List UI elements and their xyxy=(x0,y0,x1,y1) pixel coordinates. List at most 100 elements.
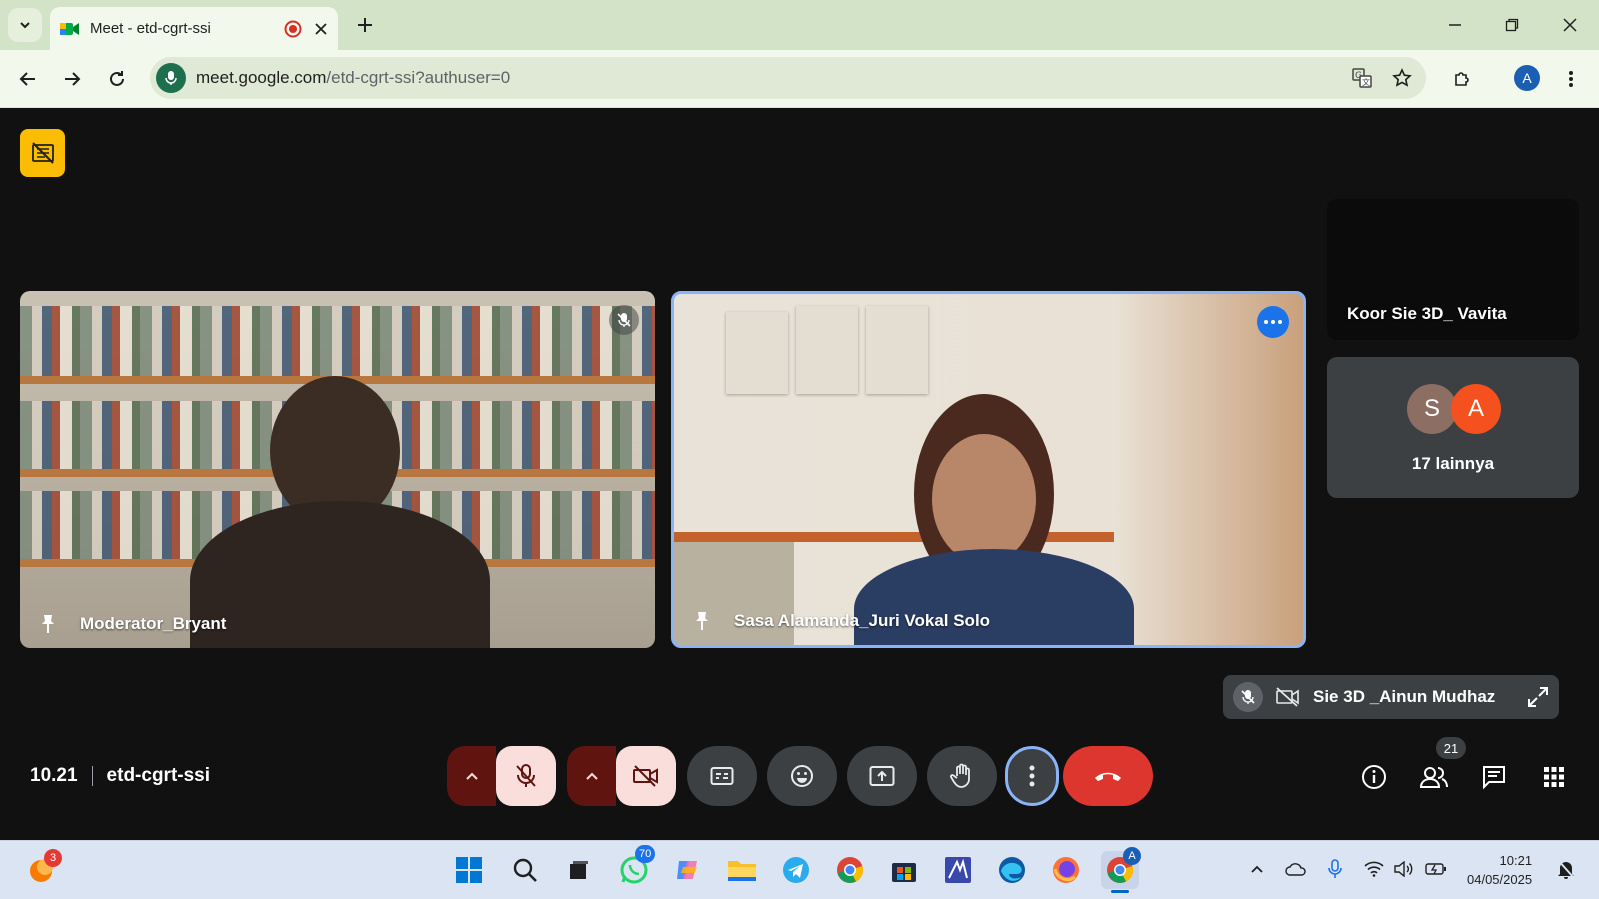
microphone-tray[interactable] xyxy=(1323,857,1347,881)
participant-body xyxy=(190,501,490,648)
chrome-app-active[interactable]: A xyxy=(1101,847,1141,893)
site-mic-indicator[interactable] xyxy=(156,63,186,93)
reload-icon xyxy=(108,70,126,88)
forward-button[interactable] xyxy=(57,64,87,94)
minimize-icon xyxy=(1448,18,1462,32)
participant-tile-koor[interactable]: Koor Sie 3D_ Vavita xyxy=(1327,199,1579,340)
new-tab-button[interactable] xyxy=(352,12,378,38)
restore-icon xyxy=(1505,18,1519,32)
audio-options-button[interactable] xyxy=(447,746,496,806)
people-icon xyxy=(1419,765,1449,789)
puzzle-icon xyxy=(1452,69,1472,89)
telegram-app[interactable] xyxy=(777,851,815,889)
extensions-button[interactable] xyxy=(1447,64,1477,94)
chevron-up-icon xyxy=(1250,864,1264,874)
taskbar-weather[interactable]: 3 xyxy=(22,849,62,889)
avatar: A xyxy=(1451,384,1501,434)
address-bar[interactable]: meet.google.com/etd-cgrt-ssi?authuser=0 … xyxy=(150,57,1426,99)
recording-badge[interactable] xyxy=(20,129,65,177)
battery-tray[interactable] xyxy=(1424,857,1448,881)
leave-call-button[interactable] xyxy=(1063,746,1153,806)
microphone-icon xyxy=(165,70,177,86)
editor-icon xyxy=(944,856,972,884)
notifications-button[interactable] xyxy=(1554,857,1578,881)
browser-toolbar: meet.google.com/etd-cgrt-ssi?authuser=0 … xyxy=(0,50,1599,108)
restore-button[interactable] xyxy=(1497,10,1527,40)
activities-button[interactable] xyxy=(1537,760,1571,794)
captions-button[interactable] xyxy=(687,746,757,806)
people-count-badge: 21 xyxy=(1436,737,1466,759)
mic-off-icon xyxy=(1233,682,1263,712)
wifi-tray[interactable] xyxy=(1362,857,1386,881)
expand-icon[interactable] xyxy=(1527,686,1549,708)
copilot-app[interactable] xyxy=(669,851,707,889)
raise-hand-button[interactable] xyxy=(927,746,997,806)
arrow-left-icon xyxy=(19,70,37,88)
copilot-icon xyxy=(673,855,703,885)
minimize-button[interactable] xyxy=(1440,10,1470,40)
translate-button[interactable]: G文 xyxy=(1346,62,1378,94)
editor-app[interactable] xyxy=(939,851,977,889)
separator xyxy=(91,766,93,786)
show-hidden-icons-button[interactable] xyxy=(1245,857,1269,881)
edge-app[interactable] xyxy=(993,851,1031,889)
close-window-button[interactable] xyxy=(1555,10,1585,40)
present-button[interactable] xyxy=(847,746,917,806)
reactions-button[interactable] xyxy=(767,746,837,806)
chrome-icon xyxy=(835,855,865,885)
microphone-icon xyxy=(1328,859,1342,879)
tab-search-button[interactable] xyxy=(8,8,42,42)
onedrive-tray[interactable] xyxy=(1284,857,1308,881)
store-app[interactable] xyxy=(885,851,923,889)
search-button[interactable] xyxy=(506,851,544,889)
firefox-app[interactable] xyxy=(1047,851,1085,889)
system-clock[interactable]: 10:21 04/05/2025 xyxy=(1467,851,1532,889)
browser-menu-button[interactable] xyxy=(1561,64,1581,94)
store-icon xyxy=(890,856,918,884)
active-indicator xyxy=(1111,890,1129,893)
participant-name: Moderator_Bryant xyxy=(80,614,227,633)
no-recording-icon xyxy=(31,142,55,164)
whatsapp-app[interactable]: 70 xyxy=(615,845,656,889)
pin-icon[interactable] xyxy=(36,612,60,636)
chrome-app[interactable] xyxy=(831,851,869,889)
self-name: Sie 3D _Ainun Mudhaz xyxy=(1313,687,1496,706)
emoji-icon xyxy=(790,764,814,788)
task-view-button[interactable] xyxy=(560,851,598,889)
chevron-up-icon xyxy=(465,771,479,781)
camera-toggle-button[interactable] xyxy=(616,746,676,806)
profile-badge: A xyxy=(1123,847,1141,865)
participant-tile-bryant[interactable]: Moderator_Bryant xyxy=(20,291,655,648)
video-options-button[interactable] xyxy=(567,746,616,806)
participant-body xyxy=(854,549,1134,645)
notification-badge: 70 xyxy=(635,845,656,863)
closed-captions-icon xyxy=(710,766,734,786)
bookmark-button[interactable] xyxy=(1386,62,1418,94)
more-options-badge[interactable] xyxy=(1257,306,1289,338)
volume-tray[interactable] xyxy=(1392,857,1416,881)
back-button[interactable] xyxy=(13,64,43,94)
chat-icon xyxy=(1481,764,1507,790)
mic-toggle-button[interactable] xyxy=(496,746,556,806)
pin-icon[interactable] xyxy=(690,609,714,633)
people-button[interactable] xyxy=(1417,760,1451,794)
close-tab-icon[interactable] xyxy=(314,22,328,36)
file-explorer-app[interactable] xyxy=(723,851,761,889)
other-participants-tile[interactable]: S A 17 lainnya xyxy=(1327,357,1579,498)
start-button[interactable] xyxy=(450,851,488,889)
more-options-button[interactable] xyxy=(1005,746,1059,806)
meeting-details-button[interactable] xyxy=(1357,760,1391,794)
avatar: S xyxy=(1407,384,1457,434)
star-icon xyxy=(1392,68,1412,88)
meet-stage: Moderator_Bryant Sasa Alamanda_Juri Voka… xyxy=(0,108,1599,840)
reload-button[interactable] xyxy=(102,64,132,94)
url-host: meet.google.com xyxy=(196,68,327,87)
telegram-icon xyxy=(781,855,811,885)
participant-name: Koor Sie 3D_ Vavita xyxy=(1347,304,1507,323)
browser-tab-meet[interactable]: Meet - etd-cgrt-ssi xyxy=(50,7,338,50)
profile-avatar[interactable]: A xyxy=(1514,65,1540,91)
participant-tile-sasa[interactable]: Sasa Alamanda_Juri Vokal Solo xyxy=(671,291,1306,648)
chat-button[interactable] xyxy=(1477,760,1511,794)
svg-text:文: 文 xyxy=(1362,77,1370,87)
meeting-info: 10.21 etd-cgrt-ssi xyxy=(30,765,210,787)
